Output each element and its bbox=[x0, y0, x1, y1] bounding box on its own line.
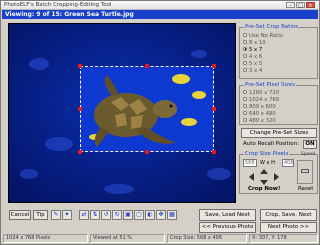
status-crop-size: Crop Size: 568 x 406 bbox=[167, 234, 247, 243]
radio-icon bbox=[243, 67, 247, 72]
crop-size-panel: Crop Size Pixels 568 W x H 406 Speed Cro… bbox=[239, 151, 318, 194]
save-load-next-button[interactable]: Save, Load Next bbox=[199, 209, 256, 221]
speed-label: Speed bbox=[301, 152, 316, 157]
grid-icon[interactable]: ▦ bbox=[167, 210, 177, 220]
ratio-option-0[interactable]: Use No Ratio bbox=[243, 32, 283, 39]
ratio-option-4[interactable]: 5 x 5 bbox=[243, 60, 262, 67]
crop-save-next-button[interactable]: Crop, Save, Next bbox=[260, 209, 317, 221]
size-option-3[interactable]: 640 x 480 bbox=[243, 110, 276, 117]
radio-icon bbox=[243, 117, 247, 122]
crop-wh-label: W x H bbox=[260, 160, 275, 166]
title-bar: PhotoELF's Batch Cropping-Editing Tool –… bbox=[1, 1, 319, 10]
auto-recall-toggle[interactable]: ON bbox=[303, 140, 317, 149]
cancel-button[interactable]: Cancel bbox=[9, 210, 31, 220]
radio-icon bbox=[243, 89, 247, 94]
crop-handle-top-left[interactable] bbox=[78, 64, 82, 68]
rotate-left-icon[interactable]: ↺ bbox=[101, 210, 111, 220]
rotate-right-icon[interactable]: ↻ bbox=[112, 210, 122, 220]
size-option-4[interactable]: 480 x 320 bbox=[243, 117, 276, 124]
pixel-sizes-legend: Pre-Set Pixel Sizes bbox=[244, 82, 297, 88]
crop-selection[interactable] bbox=[80, 66, 214, 152]
crop-size-legend: Crop Size Pixels bbox=[244, 151, 290, 157]
radio-icon bbox=[243, 60, 247, 65]
viewing-label: Viewing: 9 of 15: Green Sea Turtle.jpg bbox=[5, 11, 134, 18]
flip-horizontal-icon[interactable]: ⇄ bbox=[79, 210, 89, 220]
pencil-icon[interactable]: ✎ bbox=[51, 210, 61, 220]
wand-icon[interactable]: ✦ bbox=[62, 210, 72, 220]
speed-slider-thumb[interactable] bbox=[301, 169, 309, 173]
crop-ratios-legend: Pre-Set Crop Ratios bbox=[244, 24, 300, 30]
window-title: PhotoELF's Batch Cropping-Editing Tool bbox=[4, 2, 112, 8]
crop-handle-top[interactable] bbox=[145, 64, 149, 68]
crop-handle-right[interactable] bbox=[212, 107, 216, 111]
size-option-2[interactable]: 800 x 600 bbox=[243, 103, 276, 110]
crop-width-field[interactable]: 568 bbox=[243, 159, 257, 167]
flip-vertical-icon[interactable]: ⇅ bbox=[90, 210, 100, 220]
crop-handle-bottom[interactable] bbox=[145, 150, 149, 154]
crop-arrows-icon[interactable] bbox=[249, 169, 279, 185]
crop-now-label[interactable]: Crop Now! bbox=[248, 186, 280, 192]
next-photo-button[interactable]: Next Photo >> bbox=[260, 222, 317, 233]
app-window: PhotoELF's Batch Cropping-Editing Tool –… bbox=[0, 0, 320, 245]
maximize-button[interactable]: □ bbox=[296, 2, 305, 9]
ratio-option-5[interactable]: 3 x 4 bbox=[243, 67, 262, 74]
radio-icon bbox=[243, 53, 247, 58]
radio-icon bbox=[243, 39, 247, 44]
close-button[interactable]: × bbox=[306, 2, 315, 9]
crop-height-field[interactable]: 406 bbox=[282, 159, 294, 167]
crop-handle-bottom-left[interactable] bbox=[78, 150, 82, 154]
turtle-photo bbox=[81, 67, 213, 151]
crop-handle-bottom-right[interactable] bbox=[212, 150, 216, 154]
auto-recall-label: Auto Recall Position: bbox=[243, 141, 299, 147]
status-coords: X: 307, Y: 178 bbox=[249, 234, 318, 243]
crop-handle-top-right[interactable] bbox=[212, 64, 216, 68]
ratio-option-1[interactable]: 8 x 10 bbox=[243, 39, 266, 46]
speed-slider[interactable] bbox=[297, 160, 313, 184]
status-image-size: 1024 x 768 Pixels bbox=[3, 234, 88, 243]
radio-icon bbox=[243, 96, 247, 101]
minimize-button[interactable]: – bbox=[286, 2, 295, 9]
viewing-bar: Viewing: 9 of 15: Green Sea Turtle.jpg bbox=[2, 10, 318, 19]
size-option-1[interactable]: 1024 x 768 bbox=[243, 96, 279, 103]
ratio-option-2[interactable]: 5 x 7 bbox=[243, 46, 262, 53]
ratio-option-3[interactable]: 4 x 6 bbox=[243, 53, 262, 60]
tip-button[interactable]: Tip bbox=[33, 210, 48, 220]
radio-icon bbox=[243, 32, 247, 37]
crop-ratios-panel: Pre-Set Crop Ratios Use No Ratio 8 x 10 … bbox=[239, 24, 318, 79]
image-canvas[interactable] bbox=[8, 23, 236, 203]
radio-selected-icon bbox=[243, 46, 247, 51]
crop-handle-left[interactable] bbox=[78, 107, 82, 111]
radio-icon bbox=[243, 110, 247, 115]
contrast-icon[interactable]: ◐ bbox=[145, 210, 155, 220]
pixel-sizes-panel: Pre-Set Pixel Sizes 1280 x 720 1024 x 76… bbox=[239, 82, 318, 125]
size-option-0[interactable]: 1280 x 720 bbox=[243, 89, 279, 96]
reset-label[interactable]: Reset bbox=[298, 186, 313, 192]
radio-icon bbox=[243, 103, 247, 108]
previous-photo-button[interactable]: << Previous Photo bbox=[199, 222, 256, 233]
change-presets-button[interactable]: Change Pre-Set Sizes bbox=[241, 128, 317, 138]
move-icon[interactable]: ✥ bbox=[156, 210, 166, 220]
status-viewed-at: Viewed at 51 % bbox=[90, 234, 165, 243]
copy-icon[interactable]: ▣ bbox=[123, 210, 133, 220]
fit-icon[interactable]: ▢ bbox=[134, 210, 144, 220]
